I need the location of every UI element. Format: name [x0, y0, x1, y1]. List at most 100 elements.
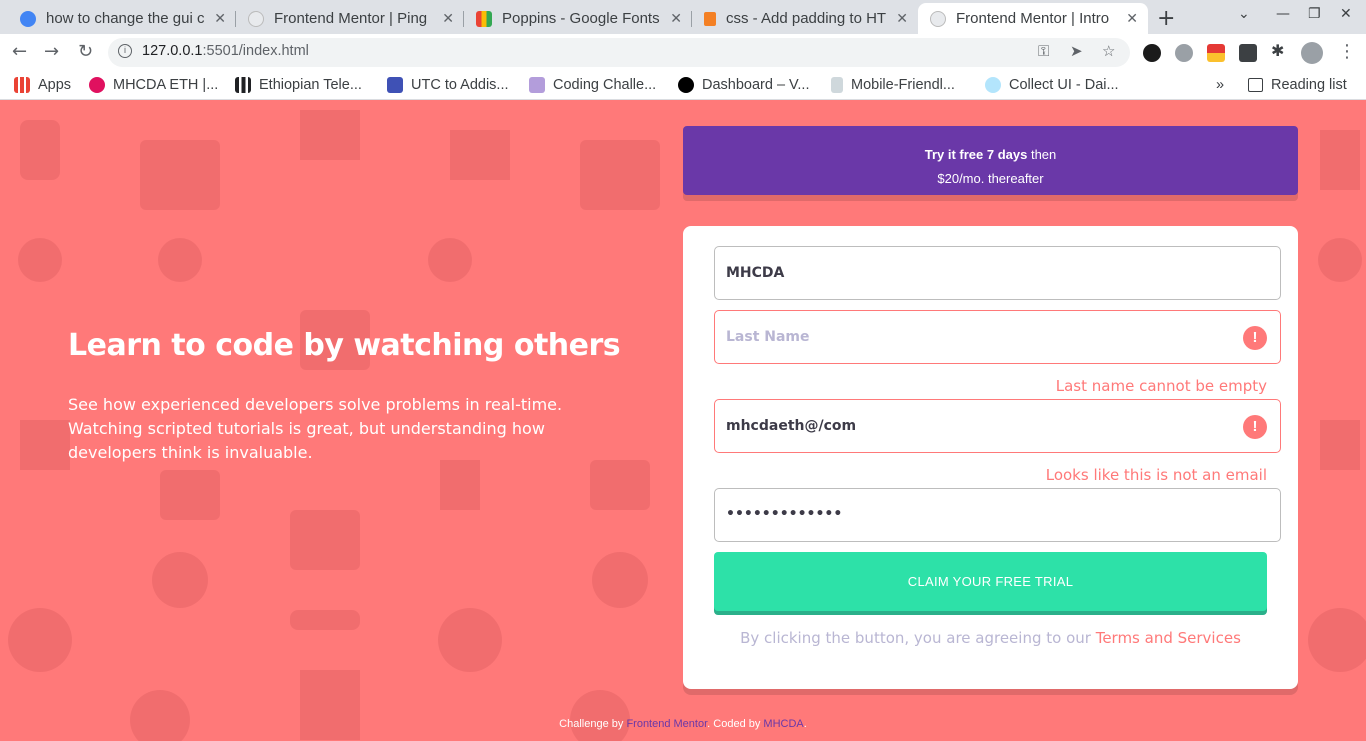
tab-stackoverflow[interactable]: css - Add padding to HT ✕ [692, 3, 918, 34]
bookmarks-overflow-icon[interactable]: » [1216, 77, 1224, 93]
author-link[interactable]: MHCDA [763, 718, 803, 730]
bookmarks-bar: Apps MHCDA ETH |... Ethiopian Tele... UT… [0, 72, 1366, 100]
attribution-suffix: . [803, 718, 807, 730]
avatar[interactable] [1301, 42, 1323, 64]
hero-description: See how experienced developers solve pro… [68, 395, 563, 462]
terms-link[interactable]: Terms and Services [1096, 629, 1241, 647]
extension-color-icon[interactable] [1207, 44, 1225, 62]
last-name-field[interactable]: ! [714, 310, 1281, 364]
restore-icon[interactable]: ❐ [1308, 6, 1321, 22]
reading-list-button[interactable]: Reading list [1248, 77, 1347, 93]
last-name-error: Last name cannot be empty [1055, 377, 1267, 395]
promo-line-1: Try it free 7 days then [683, 143, 1298, 167]
new-tab-button[interactable]: + [1157, 6, 1175, 31]
tab-title: css - Add padding to HT [726, 10, 887, 27]
bookmark-mobile-friendly[interactable]: Mobile-Friendl... [831, 77, 955, 93]
site-info-icon[interactable]: i [118, 44, 132, 58]
tab-title: how to change the gui c [46, 10, 205, 27]
extension-bug-icon[interactable] [1175, 44, 1193, 62]
email-field[interactable]: ! [714, 399, 1281, 453]
email-input[interactable] [715, 400, 1280, 452]
attribution: Challenge by Frontend Mentor. Coded by M… [0, 718, 1366, 730]
bookmark-star-icon[interactable]: ☆ [1102, 42, 1115, 60]
vercel-icon [678, 77, 694, 93]
claim-free-trial-button[interactable]: CLAIM YOUR FREE TRIAL [714, 552, 1267, 611]
promo-line-2: $20/mo. thereafter [937, 171, 1044, 186]
last-name-input[interactable] [715, 311, 1280, 363]
bookmark-label: Apps [38, 77, 72, 93]
terms-prefix: By clicking the button, you are agreeing… [740, 629, 1096, 647]
key-icon[interactable]: ⚿ [1038, 42, 1049, 60]
bookmark-label: Collect UI - Dai... [1009, 77, 1119, 93]
first-name-input[interactable] [715, 247, 1280, 299]
bookmark-mhcda[interactable]: MHCDA ETH |... [89, 77, 218, 93]
close-tab-icon[interactable]: ✕ [214, 10, 226, 27]
bookmark-coding-challenges[interactable]: Coding Challe... [529, 77, 656, 93]
bookmark-label: Ethiopian Tele... [259, 77, 362, 93]
email-error: Looks like this is not an email [1045, 466, 1267, 484]
tab-title: Frontend Mentor | Intro [956, 10, 1110, 27]
tab-frontend-mentor-intro[interactable]: Frontend Mentor | Intro ✕ [918, 3, 1148, 34]
clock-icon [387, 77, 403, 93]
reading-list-icon [1248, 78, 1263, 92]
bookmark-apps[interactable]: Apps [14, 77, 71, 93]
bars-icon [235, 77, 251, 93]
close-window-icon[interactable]: ✕ [1340, 6, 1352, 22]
google-fonts-icon [476, 10, 492, 27]
back-arrow-icon[interactable]: ← [12, 41, 27, 62]
error-alert-icon: ! [1243, 415, 1267, 439]
first-name-field[interactable] [714, 246, 1281, 300]
attribution-middle: . Coded by [707, 718, 764, 730]
circle-icon [89, 77, 105, 93]
google-icon [20, 10, 36, 27]
tab-poppins-google-fonts[interactable]: Poppins - Google Fonts ✕ [464, 3, 692, 34]
terms-note: By clicking the button, you are agreeing… [683, 629, 1298, 647]
tab-title: Poppins - Google Fonts [502, 10, 660, 27]
tab-search-icon[interactable]: ⌄ [1238, 6, 1250, 22]
promo-banner: Try it free 7 days then $20/mo. thereaft… [683, 126, 1298, 195]
bookmark-utc-addis[interactable]: UTC to Addis... [387, 77, 509, 93]
bookmark-dashboard[interactable]: Dashboard – V... [678, 77, 809, 93]
attribution-prefix: Challenge by [559, 718, 627, 730]
send-icon[interactable]: ➤ [1070, 42, 1083, 60]
close-tab-icon[interactable]: ✕ [896, 10, 908, 27]
stackoverflow-icon [704, 11, 716, 26]
waves-icon [529, 77, 545, 93]
extension-play-icon[interactable] [1143, 44, 1161, 62]
bookmark-label: Coding Challe... [553, 77, 657, 93]
browser-toolbar: ← → ↻ i 127.0.0.1:5501/index.html ⚿ ➤ ☆ … [0, 34, 1366, 72]
reading-list-label: Reading list [1271, 77, 1347, 93]
bookmark-label: MHCDA ETH |... [113, 77, 219, 93]
frontend-mentor-icon [930, 10, 946, 27]
password-input[interactable]: ••••••••••••• [726, 506, 842, 522]
extension-download-icon[interactable] [1239, 44, 1257, 62]
promo-rest: then [1027, 147, 1057, 162]
reload-icon[interactable]: ↻ [78, 41, 93, 62]
signup-card: ! Last name cannot be empty ! Looks like… [683, 226, 1298, 689]
puzzle-icon[interactable]: ✱ [1271, 41, 1289, 60]
tab-frontend-mentor-ping[interactable]: Frontend Mentor | Ping ✕ [236, 3, 464, 34]
frontend-mentor-link[interactable]: Frontend Mentor [626, 718, 707, 730]
collect-icon [985, 77, 1001, 93]
hero: Learn to code by watching others See how… [68, 328, 628, 465]
hero-title: Learn to code by watching others [68, 328, 621, 363]
bookmark-label: UTC to Addis... [411, 77, 509, 93]
tab-strip: how to change the gui c ✕ Frontend Mento… [0, 0, 1366, 34]
close-tab-icon[interactable]: ✕ [1126, 10, 1138, 27]
address-bar[interactable]: i 127.0.0.1:5501/index.html ⚿ ➤ ☆ [108, 38, 1130, 67]
bookmark-collect-ui[interactable]: Collect UI - Dai... [985, 77, 1119, 93]
minimize-icon[interactable]: — [1276, 6, 1290, 22]
close-tab-icon[interactable]: ✕ [670, 10, 682, 27]
mobile-icon [831, 77, 843, 93]
password-field[interactable]: ••••••••••••• [714, 488, 1281, 542]
forward-arrow-icon[interactable]: → [44, 41, 59, 62]
bookmark-ethiopian-tele[interactable]: Ethiopian Tele... [235, 77, 362, 93]
promo-strong: Try it free 7 days [924, 147, 1028, 162]
apps-grid-icon [14, 77, 30, 93]
frontend-mentor-icon [248, 10, 264, 27]
error-alert-icon: ! [1243, 326, 1267, 350]
page: Learn to code by watching others See how… [0, 100, 1366, 741]
tab-google-search[interactable]: how to change the gui c ✕ [8, 3, 236, 34]
close-tab-icon[interactable]: ✕ [442, 10, 454, 27]
menu-kebab-icon[interactable]: ⋮ [1338, 41, 1356, 62]
